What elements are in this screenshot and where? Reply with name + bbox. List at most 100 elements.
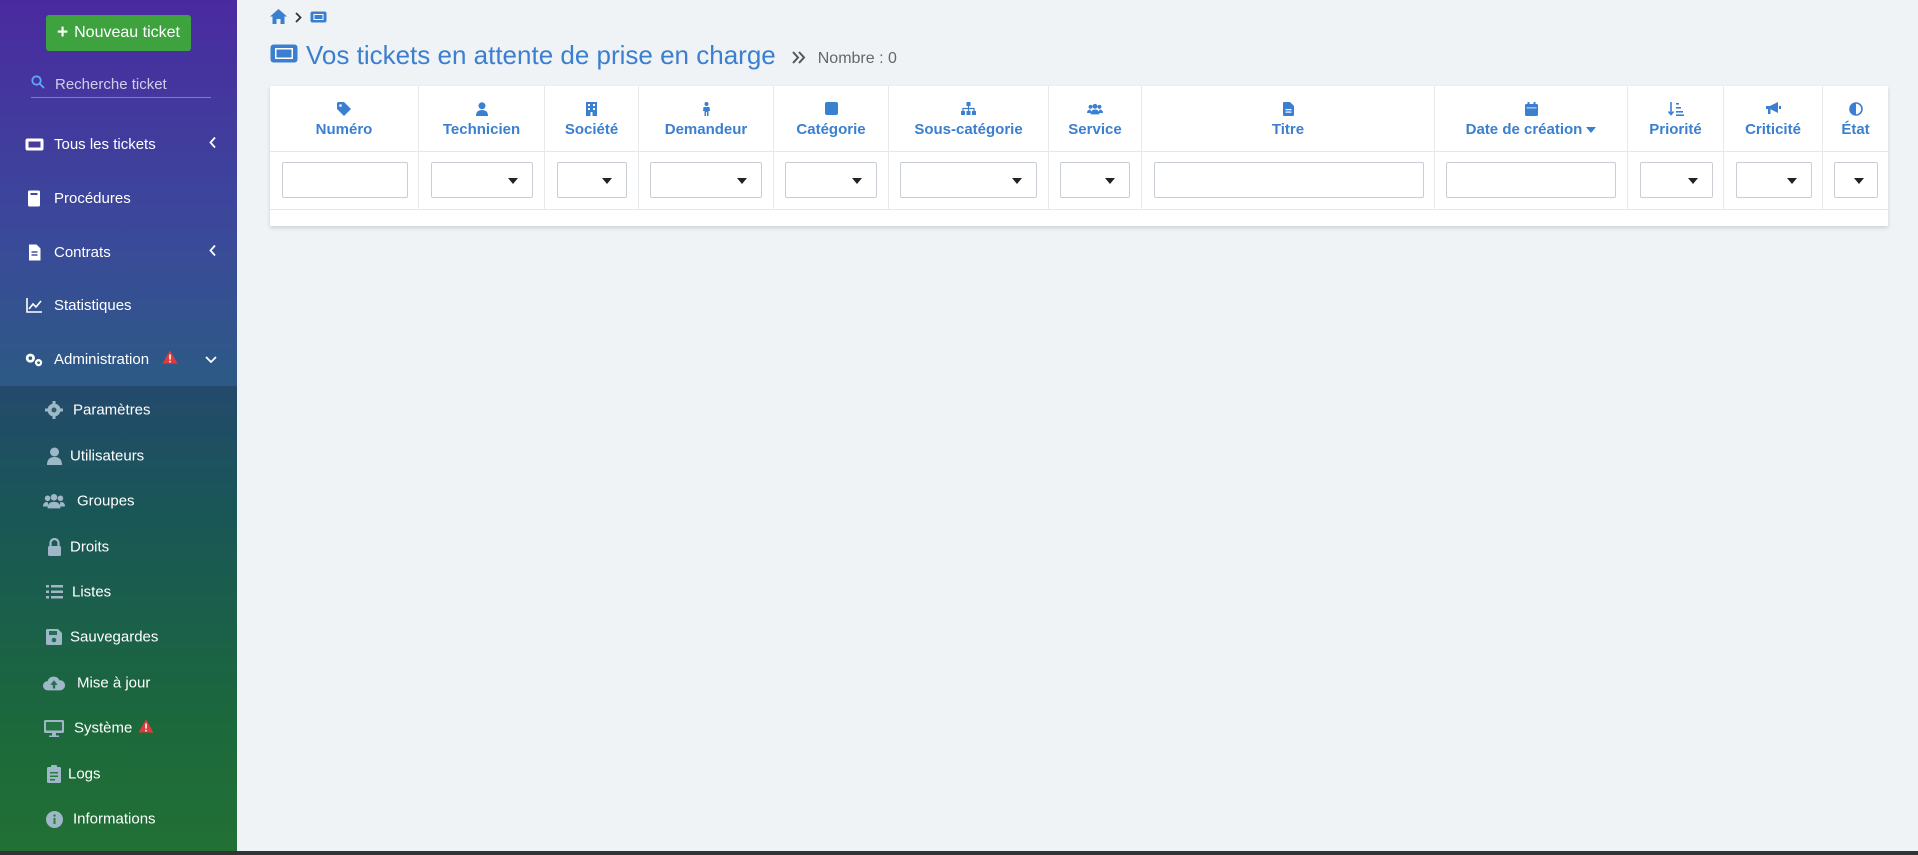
sidebar-subitem-sauvegardes[interactable]: Sauvegardes xyxy=(0,617,237,657)
sidebar-item-procedures[interactable]: Procédures xyxy=(0,176,237,220)
lock-icon xyxy=(43,537,65,557)
caret-down-icon xyxy=(1012,178,1022,184)
ticket-icon xyxy=(24,135,44,153)
column-header-label: Date de création xyxy=(1465,120,1583,138)
user-icon xyxy=(43,446,65,466)
filter-titre-input[interactable] xyxy=(1154,162,1424,198)
filter-numero-input[interactable] xyxy=(282,162,408,198)
filter-cell xyxy=(1823,152,1888,210)
sidebar-subitem-label: Listes xyxy=(72,583,112,601)
filter-etat-select[interactable] xyxy=(1834,162,1878,198)
filter-cell xyxy=(1628,152,1724,210)
list-icon xyxy=(43,582,65,602)
column-header-label: Société xyxy=(564,120,619,138)
sidebar-subitem-informations[interactable]: Informations xyxy=(0,799,237,839)
taskbar-strip xyxy=(0,851,1918,855)
clipboard-icon xyxy=(43,764,65,784)
sidebar-subitem-utilisateurs[interactable]: Utilisateurs xyxy=(0,436,237,476)
caret-down-icon xyxy=(737,178,747,184)
ticket-count: Nombre : 0 xyxy=(817,49,897,67)
column-header-criticite[interactable]: Criticité xyxy=(1724,86,1823,152)
search-input[interactable] xyxy=(55,76,205,93)
column-header-date-creation[interactable]: Date de création xyxy=(1435,86,1628,152)
column-header-label: Numéro xyxy=(315,120,373,138)
column-header-sous-categorie[interactable]: Sous-catégorie xyxy=(889,86,1049,152)
ticket-search xyxy=(31,72,211,98)
sidebar-item-label: Tous les tickets xyxy=(54,135,156,153)
sidebar-subitem-label: Sauvegardes xyxy=(70,628,159,646)
column-header-numero[interactable]: Numéro xyxy=(270,86,419,152)
sidebar-item-label: Contrats xyxy=(54,243,111,261)
administration-submenu: Paramètres Utilisateurs Groupes Droits L… xyxy=(0,386,237,855)
filter-technicien-select[interactable] xyxy=(431,162,533,198)
sidebar-item-label: Procédures xyxy=(54,189,131,207)
column-header-label: Sous-catégorie xyxy=(914,120,1023,138)
new-ticket-button[interactable]: + Nouveau ticket xyxy=(46,15,191,51)
column-header-service[interactable]: Service xyxy=(1049,86,1142,152)
sidebar-item-label: Administration xyxy=(54,350,150,368)
chevron-right-icon xyxy=(295,10,302,28)
building-icon xyxy=(584,101,600,117)
filter-priorite-select[interactable] xyxy=(1640,162,1713,198)
filter-criticite-select[interactable] xyxy=(1736,162,1812,198)
home-icon[interactable] xyxy=(270,9,287,29)
page-title: Vos tickets en attente de prise en charg… xyxy=(270,40,897,71)
caret-down-icon xyxy=(1787,178,1797,184)
gear-icon xyxy=(43,400,65,420)
column-header-etat[interactable]: État xyxy=(1823,86,1888,152)
column-header-technicien[interactable]: Technicien xyxy=(419,86,545,152)
sidebar-subitem-label: Droits xyxy=(70,538,110,556)
filter-cell xyxy=(1724,152,1823,210)
filter-demandeur-select[interactable] xyxy=(650,162,762,198)
sidebar-subitem-groupes[interactable]: Groupes xyxy=(0,481,237,521)
sidebar-subitem-label: Mise à jour xyxy=(77,674,151,692)
sidebar-item-administration[interactable]: Administration xyxy=(0,337,237,381)
column-header-label: Demandeur xyxy=(664,120,748,138)
column-header-label: Catégorie xyxy=(796,120,866,138)
sidebar-item-statistiques[interactable]: Statistiques xyxy=(0,283,237,327)
sidebar-item-all-tickets[interactable]: Tous les tickets xyxy=(0,122,237,166)
table-header-row: Numéro Technicien Société Demandeur Caté… xyxy=(270,86,1888,152)
filter-categorie-select[interactable] xyxy=(785,162,877,198)
plus-icon: + xyxy=(57,22,69,43)
ticket-icon[interactable] xyxy=(310,10,327,28)
caret-down-icon xyxy=(1854,178,1864,184)
cloud-upload-icon xyxy=(43,673,65,693)
sidebar-subitem-mise-a-jour[interactable]: Mise à jour xyxy=(0,663,237,703)
table-filter-row xyxy=(270,152,1888,210)
column-header-titre[interactable]: Titre xyxy=(1142,86,1435,152)
sidebar-subitem-systeme[interactable]: Système xyxy=(0,708,237,748)
filter-service-select[interactable] xyxy=(1060,162,1130,198)
column-header-priorite[interactable]: Priorité xyxy=(1628,86,1724,152)
chevron-down-icon xyxy=(205,351,217,368)
sidebar-item-contrats[interactable]: Contrats xyxy=(0,230,237,274)
warning-icon xyxy=(138,719,154,737)
sidebar-subitem-logs[interactable]: Logs xyxy=(0,754,237,794)
person-icon xyxy=(698,101,714,117)
filter-societe-select[interactable] xyxy=(557,162,627,198)
filter-cell xyxy=(889,152,1049,210)
sidebar-subitem-label: Informations xyxy=(73,810,156,828)
column-header-societe[interactable]: Société xyxy=(545,86,639,152)
bullhorn-icon xyxy=(1765,101,1781,117)
sidebar-subitem-listes[interactable]: Listes xyxy=(0,572,237,612)
caret-down-icon xyxy=(602,178,612,184)
calendar-icon xyxy=(1523,101,1539,117)
filter-cell xyxy=(419,152,545,210)
sidebar-subitem-droits[interactable]: Droits xyxy=(0,527,237,567)
info-icon xyxy=(43,809,65,829)
filter-date-creation-input[interactable] xyxy=(1446,162,1616,198)
column-header-demandeur[interactable]: Demandeur xyxy=(639,86,774,152)
filter-cell xyxy=(545,152,639,210)
column-header-categorie[interactable]: Catégorie xyxy=(774,86,889,152)
user-icon xyxy=(474,101,490,117)
filter-sous-categorie-select[interactable] xyxy=(900,162,1037,198)
sidebar-subitem-parametres[interactable]: Paramètres xyxy=(0,390,237,430)
sidebar-subitem-label: Utilisateurs xyxy=(70,447,145,465)
tickets-table: Numéro Technicien Société Demandeur Caté… xyxy=(270,86,1888,226)
chevron-left-icon xyxy=(209,244,217,261)
users-icon xyxy=(43,491,65,511)
column-header-label: Criticité xyxy=(1745,120,1801,138)
filter-cell xyxy=(270,152,419,210)
filter-cell xyxy=(1142,152,1435,210)
